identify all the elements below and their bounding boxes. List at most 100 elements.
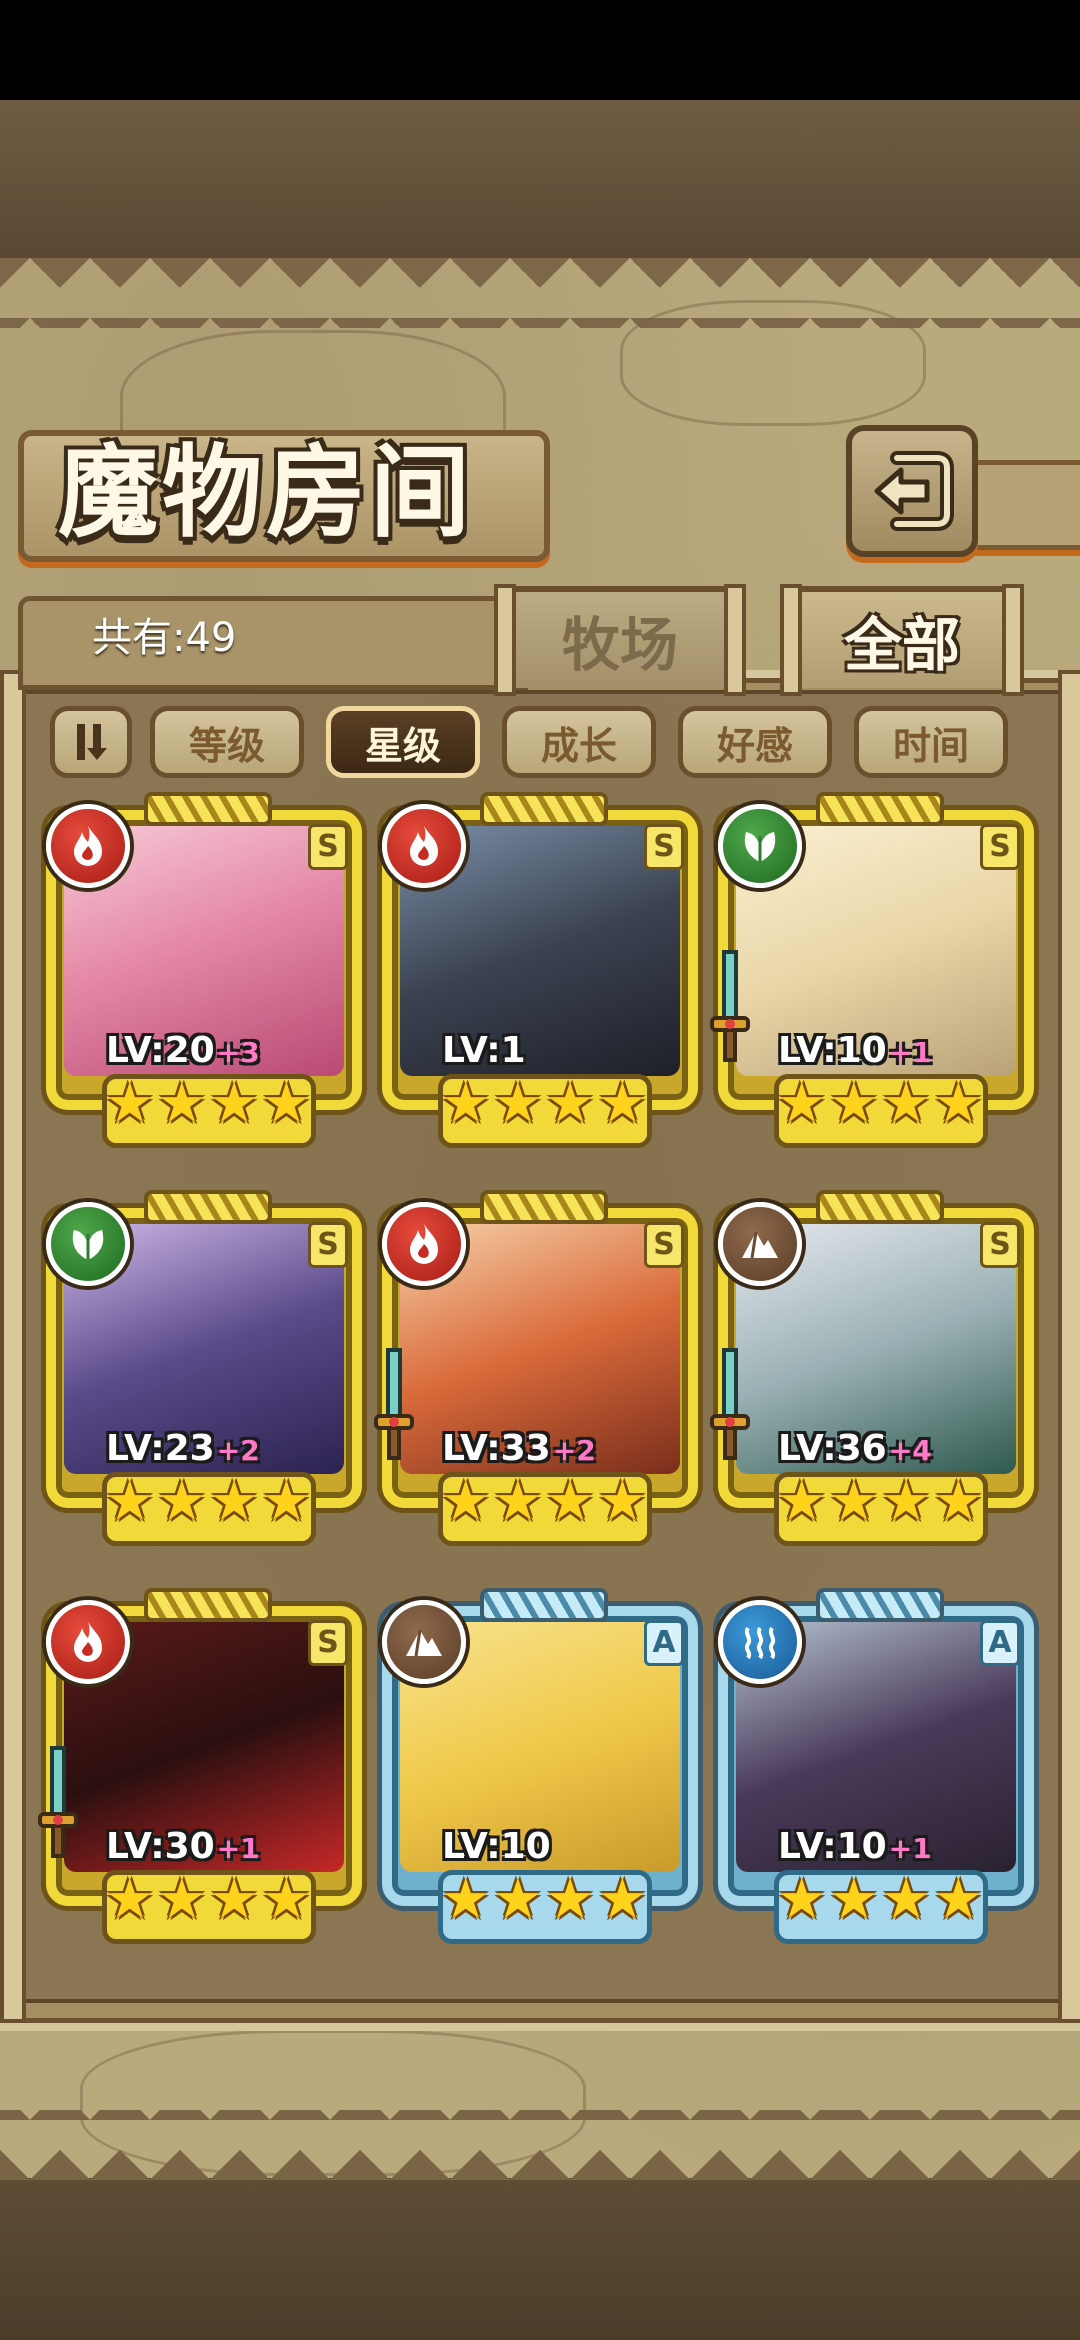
monster-card[interactable]: S LV:33+2 ★ ★ ★ ★ (374, 1188, 698, 1548)
return-arrow-icon (874, 451, 954, 531)
element-badge (382, 1202, 466, 1286)
star-icon: ★ (828, 1469, 879, 1534)
weapon-badge (38, 1744, 78, 1864)
panel-post-right (1058, 670, 1080, 2023)
fire-element-icon (74, 1622, 102, 1662)
level-value: LV:10 (442, 1826, 551, 1867)
weapon-badge (710, 948, 750, 1068)
star-rating: ★ ★ ★ ★ (440, 1867, 648, 1932)
star-icon: ★ (209, 1867, 260, 1932)
star-rating: ★ ★ ★ ★ (440, 1071, 648, 1136)
element-badge (718, 1600, 802, 1684)
level-bonus: +1 (888, 1036, 932, 1069)
element-badge (382, 1600, 466, 1684)
sword-icon (710, 1348, 750, 1460)
tab-post (1002, 584, 1024, 696)
star-icon: ★ (261, 1071, 312, 1136)
rank-badge: A (980, 1620, 1020, 1666)
star-rating: ★ ★ ★ ★ (776, 1071, 984, 1136)
star-icon: ★ (261, 1469, 312, 1534)
water-element-icon (744, 1626, 776, 1660)
star-icon: ★ (492, 1469, 543, 1534)
card-crown (144, 1190, 272, 1224)
sword-icon (374, 1348, 414, 1460)
star-icon: ★ (440, 1071, 491, 1136)
monster-card[interactable]: A LV:10+1 ★ ★ ★ ★ (718, 1586, 1034, 1946)
star-icon: ★ (597, 1867, 648, 1932)
star-icon: ★ (545, 1071, 596, 1136)
card-crown (816, 792, 944, 826)
sort-by-stars[interactable]: 星级 (326, 706, 480, 778)
back-button-rail (966, 460, 1080, 550)
level-label: LV:20+3 (106, 1026, 260, 1076)
star-icon: ★ (776, 1469, 827, 1534)
level-value: LV:10 (778, 1826, 887, 1867)
monster-count: 共有:49 (92, 615, 237, 661)
sort-by-affection[interactable]: 好感 (678, 706, 832, 778)
level-label: LV:1 (442, 1026, 528, 1076)
fire-element-icon (74, 826, 102, 866)
star-icon: ★ (104, 1867, 155, 1932)
star-icon: ★ (933, 1469, 984, 1534)
level-value: LV:30 (106, 1826, 215, 1867)
star-icon: ★ (776, 1071, 827, 1136)
monster-card[interactable]: S LV:30+1 ★ ★ ★ ★ (38, 1586, 362, 1946)
sort-by-level[interactable]: 等级 (150, 706, 304, 778)
rank-badge: S (308, 1222, 348, 1268)
card-crown (480, 792, 608, 826)
star-icon: ★ (156, 1469, 207, 1534)
fire-element-icon (410, 826, 438, 866)
star-icon: ★ (492, 1867, 543, 1932)
monster-card[interactable]: A LV:10 ★ ★ ★ ★ (382, 1586, 698, 1946)
map-band-top (0, 100, 1080, 260)
leaf-element-icon (744, 832, 776, 862)
sort-by-growth[interactable]: 成长 (502, 706, 656, 778)
star-icon: ★ (440, 1867, 491, 1932)
star-icon: ★ (776, 1867, 827, 1932)
card-crown (144, 1588, 272, 1622)
tab-label: 牧场 (561, 611, 678, 679)
star-icon: ★ (261, 1867, 312, 1932)
tab-post (724, 584, 746, 696)
level-value: LV:33 (442, 1428, 551, 1469)
panel-post-left (0, 670, 26, 2023)
fire-element-icon (410, 1224, 438, 1264)
level-bonus: +1 (216, 1832, 260, 1865)
rank-badge: S (644, 824, 684, 870)
status-bar (0, 0, 1080, 100)
rank-badge: S (308, 1620, 348, 1666)
element-badge (382, 804, 466, 888)
star-icon: ★ (209, 1469, 260, 1534)
sort-by-time[interactable]: 时间 (854, 706, 1008, 778)
star-rating: ★ ★ ★ ★ (105, 1071, 312, 1136)
earth-element-icon (742, 1231, 778, 1259)
monster-card[interactable]: S LV:36+4 ★ ★ ★ ★ (710, 1188, 1034, 1548)
level-label: LV:30+1 (106, 1822, 260, 1872)
star-icon: ★ (881, 1071, 932, 1136)
tab-ranch[interactable]: 牧场 (494, 584, 746, 696)
star-icon: ★ (209, 1071, 260, 1136)
rank-badge: A (644, 1620, 684, 1666)
monster-card[interactable]: S LV:10+1 ★ ★ ★ ★ (710, 790, 1034, 1150)
star-rating: ★ ★ ★ ★ (440, 1469, 648, 1534)
monster-card[interactable]: S LV:1 ★ ★ ★ ★ (382, 790, 698, 1150)
level-value: LV:20 (106, 1030, 215, 1071)
monster-card[interactable]: S LV:20+3 ★ ★ ★ ★ (46, 790, 362, 1150)
level-bonus: +4 (888, 1434, 932, 1467)
card-crown (480, 1588, 608, 1622)
rank-badge: S (308, 824, 348, 870)
level-value: LV:10 (778, 1030, 887, 1071)
sort-order-icon (77, 724, 107, 760)
star-rating: ★ ★ ★ ★ (104, 1867, 312, 1932)
level-bonus: +2 (552, 1434, 596, 1467)
torn-edge-bottom (0, 2110, 1080, 2180)
monster-card[interactable]: S LV:23+2 ★ ★ ★ ★ (46, 1188, 362, 1548)
sort-order-toggle[interactable] (50, 706, 132, 778)
back-button[interactable] (846, 425, 978, 557)
level-bonus: +1 (888, 1832, 932, 1865)
element-badge (46, 1202, 130, 1286)
level-label: LV:23+2 (106, 1424, 260, 1474)
star-icon: ★ (440, 1469, 491, 1534)
tab-all[interactable]: 全部 (780, 584, 1024, 696)
star-icon: ★ (156, 1071, 207, 1136)
